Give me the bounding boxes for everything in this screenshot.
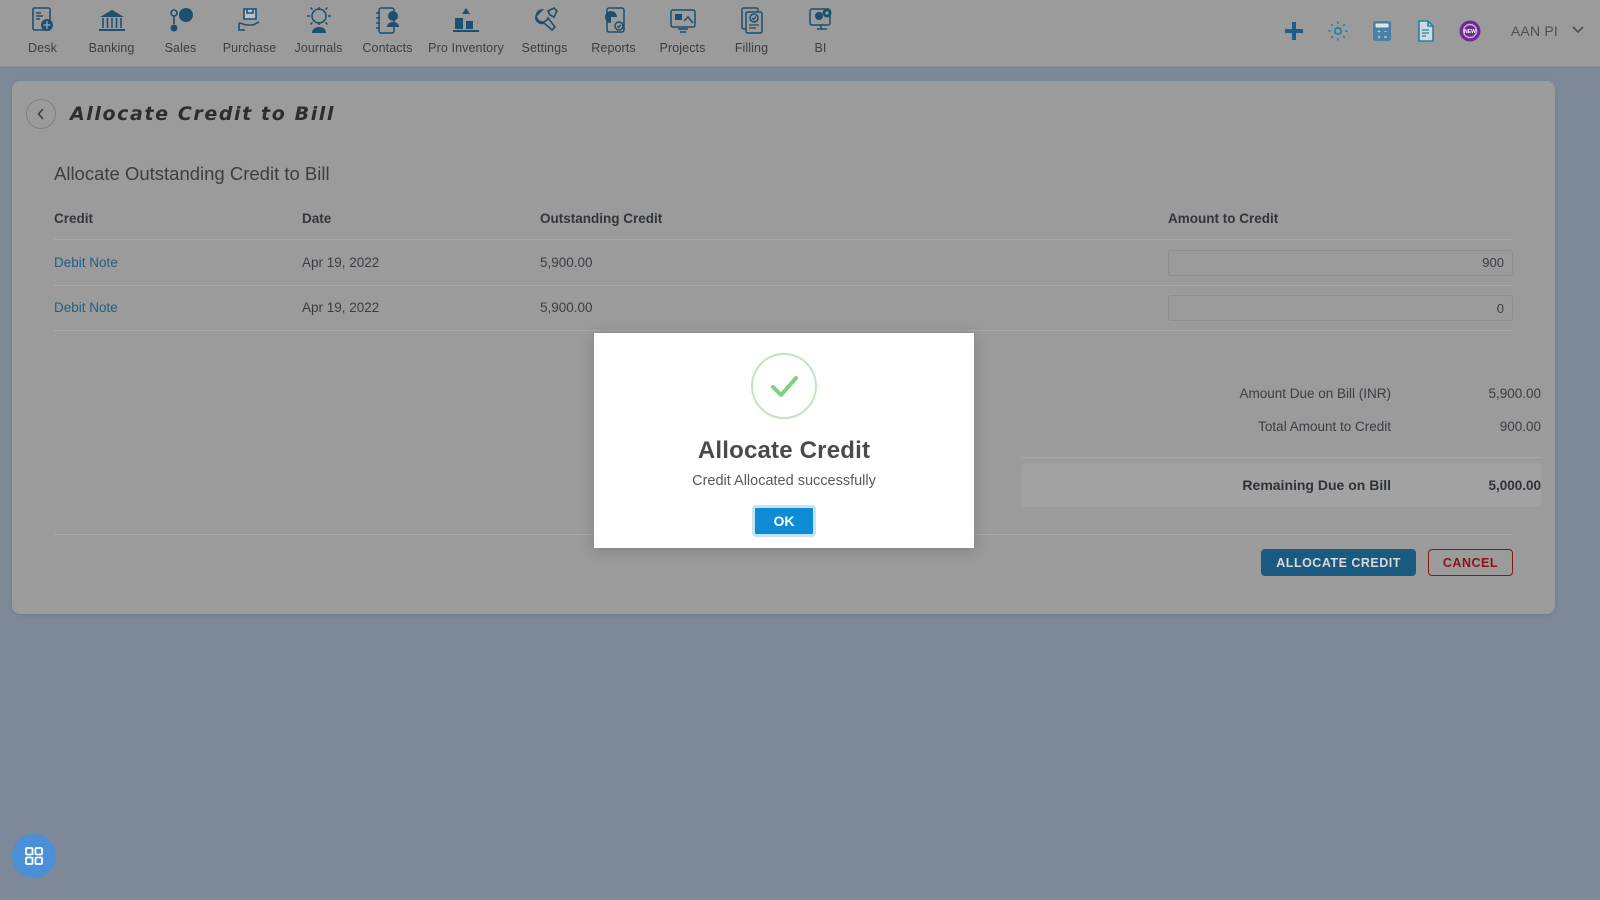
nav-label: Projects bbox=[659, 41, 706, 55]
user-menu[interactable]: AAN PI bbox=[1511, 21, 1586, 41]
nav-label: Sales bbox=[164, 41, 197, 55]
top-navigation-bar: Desk Banking Sales Purchase Journals Con… bbox=[0, 0, 1600, 67]
nav-label: Desk bbox=[28, 41, 57, 55]
nav-item-filling[interactable]: Filling bbox=[717, 0, 786, 55]
sales-icon bbox=[164, 4, 198, 38]
topbar-right-actions: + − × = NEW AAN PI bbox=[1281, 18, 1586, 44]
gear-icon[interactable] bbox=[1325, 18, 1351, 44]
calculator-icon[interactable]: + − × = bbox=[1369, 18, 1395, 44]
purchase-icon bbox=[233, 4, 267, 38]
grid-apps-icon bbox=[22, 844, 46, 868]
svg-text:×: × bbox=[1377, 35, 1380, 41]
summary-value: 900.00 bbox=[1499, 419, 1541, 434]
new-badge-icon[interactable]: NEW bbox=[1457, 18, 1483, 44]
svg-text:NEW: NEW bbox=[1464, 29, 1476, 35]
nav-item-desk[interactable]: Desk bbox=[8, 0, 77, 55]
nav-item-contacts[interactable]: Contacts bbox=[353, 0, 422, 55]
summary-value: 5,900.00 bbox=[1488, 386, 1541, 401]
user-name: AAN PI bbox=[1510, 23, 1558, 39]
nav-label: Contacts bbox=[362, 41, 413, 55]
filling-icon bbox=[735, 4, 769, 38]
column-header-date: Date bbox=[302, 211, 332, 226]
outstanding-credit-value: 5,900.00 bbox=[540, 254, 593, 270]
section-title: Allocate Outstanding Credit to Bill bbox=[54, 163, 330, 184]
footer-actions: ALLOCATE CREDIT CANCEL bbox=[1261, 549, 1513, 576]
modal-title: Allocate Credit bbox=[697, 437, 871, 464]
add-icon[interactable] bbox=[1281, 18, 1307, 44]
nav-label: Pro Inventory bbox=[428, 41, 504, 55]
success-check-icon bbox=[751, 353, 817, 419]
success-modal: Allocate Credit Credit Allocated success… bbox=[594, 333, 974, 548]
summary-divider bbox=[1021, 457, 1541, 458]
modal-message: Credit Allocated successfully bbox=[692, 473, 876, 489]
contacts-icon bbox=[371, 4, 405, 38]
outstanding-credit-value: 5,900.00 bbox=[540, 300, 593, 315]
chevron-left-icon bbox=[34, 107, 48, 121]
svg-text:=: = bbox=[1384, 35, 1387, 41]
table-header-row: Credit Date Outstanding Credit Amount to… bbox=[54, 211, 1513, 239]
nav-label: BI bbox=[814, 41, 827, 55]
nav-label: Journals bbox=[294, 41, 343, 55]
journals-icon bbox=[302, 4, 336, 38]
reports-icon bbox=[597, 4, 631, 38]
settings-icon bbox=[528, 4, 562, 38]
page-title: Allocate Credit to Bill bbox=[70, 103, 336, 125]
nav-label: Settings bbox=[521, 41, 568, 55]
nav-item-journals[interactable]: Journals bbox=[284, 0, 353, 55]
summary-label: Amount Due on Bill (INR) bbox=[1239, 386, 1391, 401]
summary-label: Total Amount to Credit bbox=[1258, 419, 1391, 434]
banking-icon bbox=[95, 4, 129, 38]
nav-item-settings[interactable]: Settings bbox=[510, 0, 579, 55]
nav-label: Banking bbox=[88, 41, 135, 55]
table-row: Debit Note Apr 19, 2022 5,900.00 bbox=[54, 239, 1513, 285]
card-header: Allocate Credit to Bill bbox=[12, 81, 1555, 129]
nav-item-bi[interactable]: BI bbox=[786, 0, 855, 55]
apps-grid-fab[interactable] bbox=[12, 834, 56, 878]
nav-item-projects[interactable]: Projects bbox=[648, 0, 717, 55]
back-button[interactable] bbox=[26, 99, 56, 129]
amount-to-credit-input[interactable] bbox=[1168, 295, 1513, 321]
nav-item-sales[interactable]: Sales bbox=[146, 0, 215, 55]
document-icon[interactable] bbox=[1413, 18, 1439, 44]
table-row: Debit Note Apr 19, 2022 5,900.00 bbox=[54, 285, 1513, 331]
column-header-outstanding-credit: Outstanding Credit bbox=[540, 211, 663, 226]
nav-label: Purchase bbox=[222, 41, 277, 55]
chevron-down-icon bbox=[1570, 21, 1586, 41]
nav-item-banking[interactable]: Banking bbox=[77, 0, 146, 55]
credit-date: Apr 19, 2022 bbox=[302, 300, 380, 315]
credit-date: Apr 19, 2022 bbox=[302, 254, 380, 270]
nav-item-reports[interactable]: Reports bbox=[579, 0, 648, 55]
nav-label: Reports bbox=[591, 41, 636, 55]
projects-icon bbox=[666, 4, 700, 38]
modal-ok-button[interactable]: OK bbox=[752, 505, 816, 537]
nav-label: Filling bbox=[734, 41, 769, 55]
summary-label: Remaining Due on Bill bbox=[1242, 477, 1391, 493]
amount-to-credit-input[interactable] bbox=[1168, 249, 1513, 276]
summary-value: 5,000.00 bbox=[1488, 477, 1541, 493]
allocate-credit-button[interactable]: ALLOCATE CREDIT bbox=[1261, 549, 1416, 576]
summary-row-total-credit: Total Amount to Credit 900.00 bbox=[1021, 410, 1541, 443]
pro-inventory-icon bbox=[449, 4, 483, 38]
credit-link[interactable]: Debit Note bbox=[54, 300, 118, 315]
bi-icon bbox=[804, 4, 838, 38]
cancel-button[interactable]: CANCEL bbox=[1427, 549, 1513, 576]
nav-items: Desk Banking Sales Purchase Journals Con… bbox=[0, 0, 855, 55]
desk-icon bbox=[26, 4, 60, 38]
table-body: Debit Note Apr 19, 2022 5,900.00 Debit N… bbox=[54, 239, 1513, 331]
column-header-credit: Credit bbox=[54, 211, 94, 226]
credit-link[interactable]: Debit Note bbox=[54, 255, 118, 270]
summary-row-remaining-due: Remaining Due on Bill 5,000.00 bbox=[1021, 463, 1541, 507]
column-header-amount-to-credit: Amount to Credit bbox=[1168, 211, 1279, 226]
summary-panel: Amount Due on Bill (INR) 5,900.00 Total … bbox=[1021, 377, 1541, 507]
nav-item-pro-inventory[interactable]: Pro Inventory bbox=[422, 0, 510, 55]
summary-row-amount-due: Amount Due on Bill (INR) 5,900.00 bbox=[1021, 377, 1541, 410]
nav-item-purchase[interactable]: Purchase bbox=[215, 0, 284, 55]
credit-table: Credit Date Outstanding Credit Amount to… bbox=[54, 211, 1513, 331]
